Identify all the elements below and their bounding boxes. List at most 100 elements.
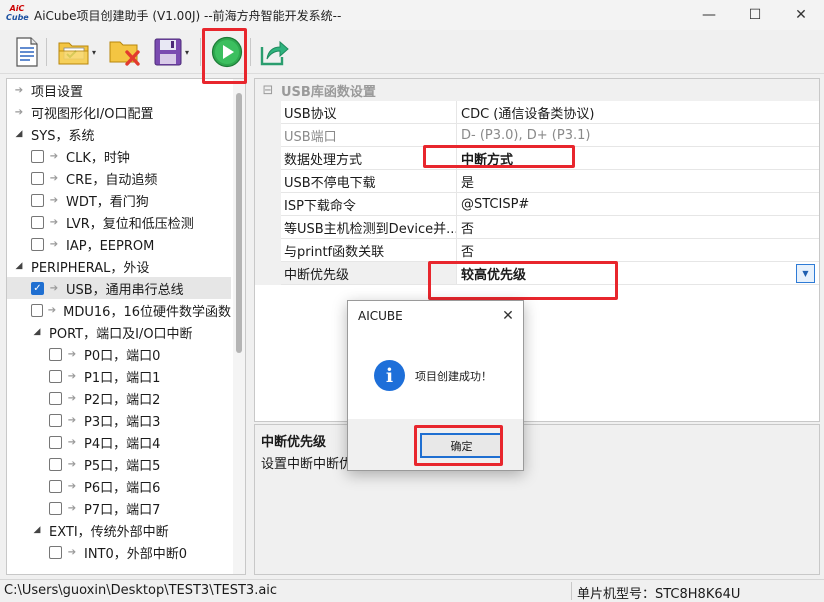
tree-item-p1[interactable]: ➔ P1口，端口1	[7, 365, 231, 387]
expand-triangle-icon[interactable]: ◢	[31, 327, 43, 337]
tree-item-int0[interactable]: ➔ INT0，外部中断0	[7, 541, 231, 563]
open-dropdown-icon[interactable]: ▾	[92, 48, 96, 57]
description-title: 中断优先级	[261, 435, 327, 450]
checkbox[interactable]	[49, 347, 62, 361]
close-project-button[interactable]	[108, 36, 142, 68]
minimize-button[interactable]: —	[686, 0, 732, 30]
open-project-button[interactable]: ▾	[54, 36, 100, 68]
tree-scroll-thumb[interactable]	[236, 93, 242, 353]
tree-item-usb[interactable]: ✓ ➔ USB，通用串行总线	[7, 277, 231, 299]
tree-item-p6[interactable]: ➔ P6口，端口6	[7, 475, 231, 497]
tree-item-clk[interactable]: ➔ CLK，时钟	[7, 145, 231, 167]
tree-item-p7[interactable]: ➔ P7口，端口7	[7, 497, 231, 519]
component-tree[interactable]: ➔ 项目设置 ➔ 可视图形化I/O口配置 ◢ SYS，系统 ➔ CLK，时钟 ➔…	[6, 78, 246, 575]
checkbox[interactable]	[49, 545, 62, 559]
status-file-path: C:\Users\guoxin\Desktop\TEST3\TEST3.aic	[4, 583, 278, 598]
checkbox[interactable]	[49, 479, 62, 493]
property-description: 中断优先级 设置中断中断优先级	[254, 424, 820, 575]
checkbox[interactable]	[49, 413, 62, 427]
checkbox[interactable]	[31, 193, 44, 207]
tree-group-peripheral[interactable]: ◢ PERIPHERAL，外设	[7, 255, 231, 277]
window-controls: — ☐ ✕	[686, 0, 824, 30]
dialog-body: i 项目创建成功！	[348, 331, 523, 419]
tree-item-wdt[interactable]: ➔ WDT，看门狗	[7, 189, 231, 211]
tree-item-p0[interactable]: ➔ P0口，端口0	[7, 343, 231, 365]
tree-item-p4[interactable]: ➔ P4口，端口4	[7, 431, 231, 453]
export-button[interactable]	[258, 36, 290, 68]
checkbox[interactable]	[49, 435, 62, 449]
toolbar-separator	[250, 38, 251, 66]
save-button[interactable]: ▾	[148, 36, 194, 68]
arrow-right-icon: ➔	[67, 436, 77, 448]
checkbox[interactable]	[31, 171, 44, 185]
property-category-header[interactable]: ⊟ USB库函数设置	[255, 79, 819, 101]
property-row-usb-protocol[interactable]: USB协议 CDC (通信设备类协议)	[255, 101, 819, 124]
property-grid[interactable]: ⊟ USB库函数设置 USB协议 CDC (通信设备类协议) USB端口 D- …	[254, 78, 820, 422]
close-icon[interactable]: ✕	[499, 307, 517, 325]
tree-item-p5[interactable]: ➔ P5口，端口5	[7, 453, 231, 475]
save-icon	[154, 38, 182, 66]
status-chip-model: 单片机型号：STC8H8K64U	[577, 587, 741, 602]
expand-triangle-icon[interactable]: ◢	[13, 129, 25, 139]
tree-item-project-settings[interactable]: ➔ 项目设置	[7, 79, 231, 101]
arrow-right-icon: ➔	[67, 348, 77, 360]
close-project-icon	[109, 41, 140, 66]
property-row-isp-command[interactable]: ISP下载命令 @STCISP#	[255, 193, 819, 216]
property-row-usb-port[interactable]: USB端口 D- (P3.0), D+ (P3.1)	[255, 124, 819, 147]
property-row-usb-download[interactable]: USB不停电下载 是	[255, 170, 819, 193]
collapse-icon[interactable]: ⊟	[255, 83, 281, 98]
checkbox[interactable]	[49, 369, 62, 383]
checkbox[interactable]	[49, 391, 62, 405]
arrow-right-icon: ➔	[67, 480, 77, 492]
checkbox-checked[interactable]: ✓	[31, 281, 44, 295]
arrow-right-icon: ➔	[67, 546, 77, 558]
open-folder-icon	[58, 42, 89, 65]
tree-group-sys[interactable]: ◢ SYS，系统	[7, 123, 231, 145]
property-row-wait-host[interactable]: 等USB主机检测到Device并... 否	[255, 216, 819, 239]
tree-item-io-config[interactable]: ➔ 可视图形化I/O口配置	[7, 101, 231, 123]
ok-button[interactable]: 确定	[420, 433, 503, 458]
tree-group-exti[interactable]: ◢ EXTI，传统外部中断	[7, 519, 231, 541]
property-row-printf[interactable]: 与printf函数关联 否	[255, 239, 819, 262]
toolbar-separator	[200, 38, 201, 66]
arrow-right-icon: ➔	[67, 414, 77, 426]
arrow-right-icon: ➔	[67, 502, 77, 514]
expand-triangle-icon[interactable]: ◢	[31, 525, 43, 535]
new-project-button[interactable]	[12, 36, 42, 68]
checkbox[interactable]	[49, 501, 62, 515]
tree-item-lvr[interactable]: ➔ LVR，复位和低压检测	[7, 211, 231, 233]
checkbox[interactable]	[31, 303, 43, 317]
expand-triangle-icon[interactable]: ◢	[13, 261, 25, 271]
tree-item-iap[interactable]: ➔ IAP，EEPROM	[7, 233, 231, 255]
checkbox[interactable]	[31, 149, 44, 163]
tree-item-cre[interactable]: ➔ CRE，自动追频	[7, 167, 231, 189]
checkbox[interactable]	[31, 237, 44, 251]
arrow-right-icon: ➔	[47, 304, 57, 316]
status-divider	[571, 582, 572, 600]
checkbox[interactable]	[31, 215, 44, 229]
toolbar: ▾ ▾	[0, 30, 824, 74]
close-window-button[interactable]: ✕	[778, 0, 824, 30]
info-icon: i	[374, 360, 405, 391]
description-text: 设置中断中断优先级	[261, 457, 379, 472]
arrow-right-icon: ➔	[49, 150, 59, 162]
arrow-right-icon: ➔	[67, 458, 77, 470]
tree-item-p2[interactable]: ➔ P2口，端口2	[7, 387, 231, 409]
new-document-icon	[16, 37, 38, 67]
property-row-data-mode[interactable]: 数据处理方式 中断方式	[255, 147, 819, 170]
arrow-right-icon: ➔	[14, 106, 24, 118]
arrow-right-icon: ➔	[67, 392, 77, 404]
save-dropdown-icon[interactable]: ▾	[185, 48, 189, 57]
tree-item-mdu16[interactable]: ➔ MDU16，16位硬件数学函数	[7, 299, 231, 321]
run-generate-button[interactable]	[210, 36, 244, 68]
tree-group-port[interactable]: ◢ PORT，端口及I/O口中断	[7, 321, 231, 343]
chevron-down-icon[interactable]: ▼	[796, 264, 815, 283]
tree-item-p3[interactable]: ➔ P3口，端口3	[7, 409, 231, 431]
tree-scrollbar[interactable]	[233, 79, 245, 574]
app-logo: AiC Cube	[6, 4, 29, 22]
property-row-interrupt-priority[interactable]: 中断优先级 较高优先级 ▼	[255, 262, 819, 285]
dialog-title: AICUBE	[358, 309, 403, 323]
arrow-right-icon: ➔	[49, 216, 59, 228]
maximize-button[interactable]: ☐	[732, 0, 778, 30]
checkbox[interactable]	[49, 457, 62, 471]
